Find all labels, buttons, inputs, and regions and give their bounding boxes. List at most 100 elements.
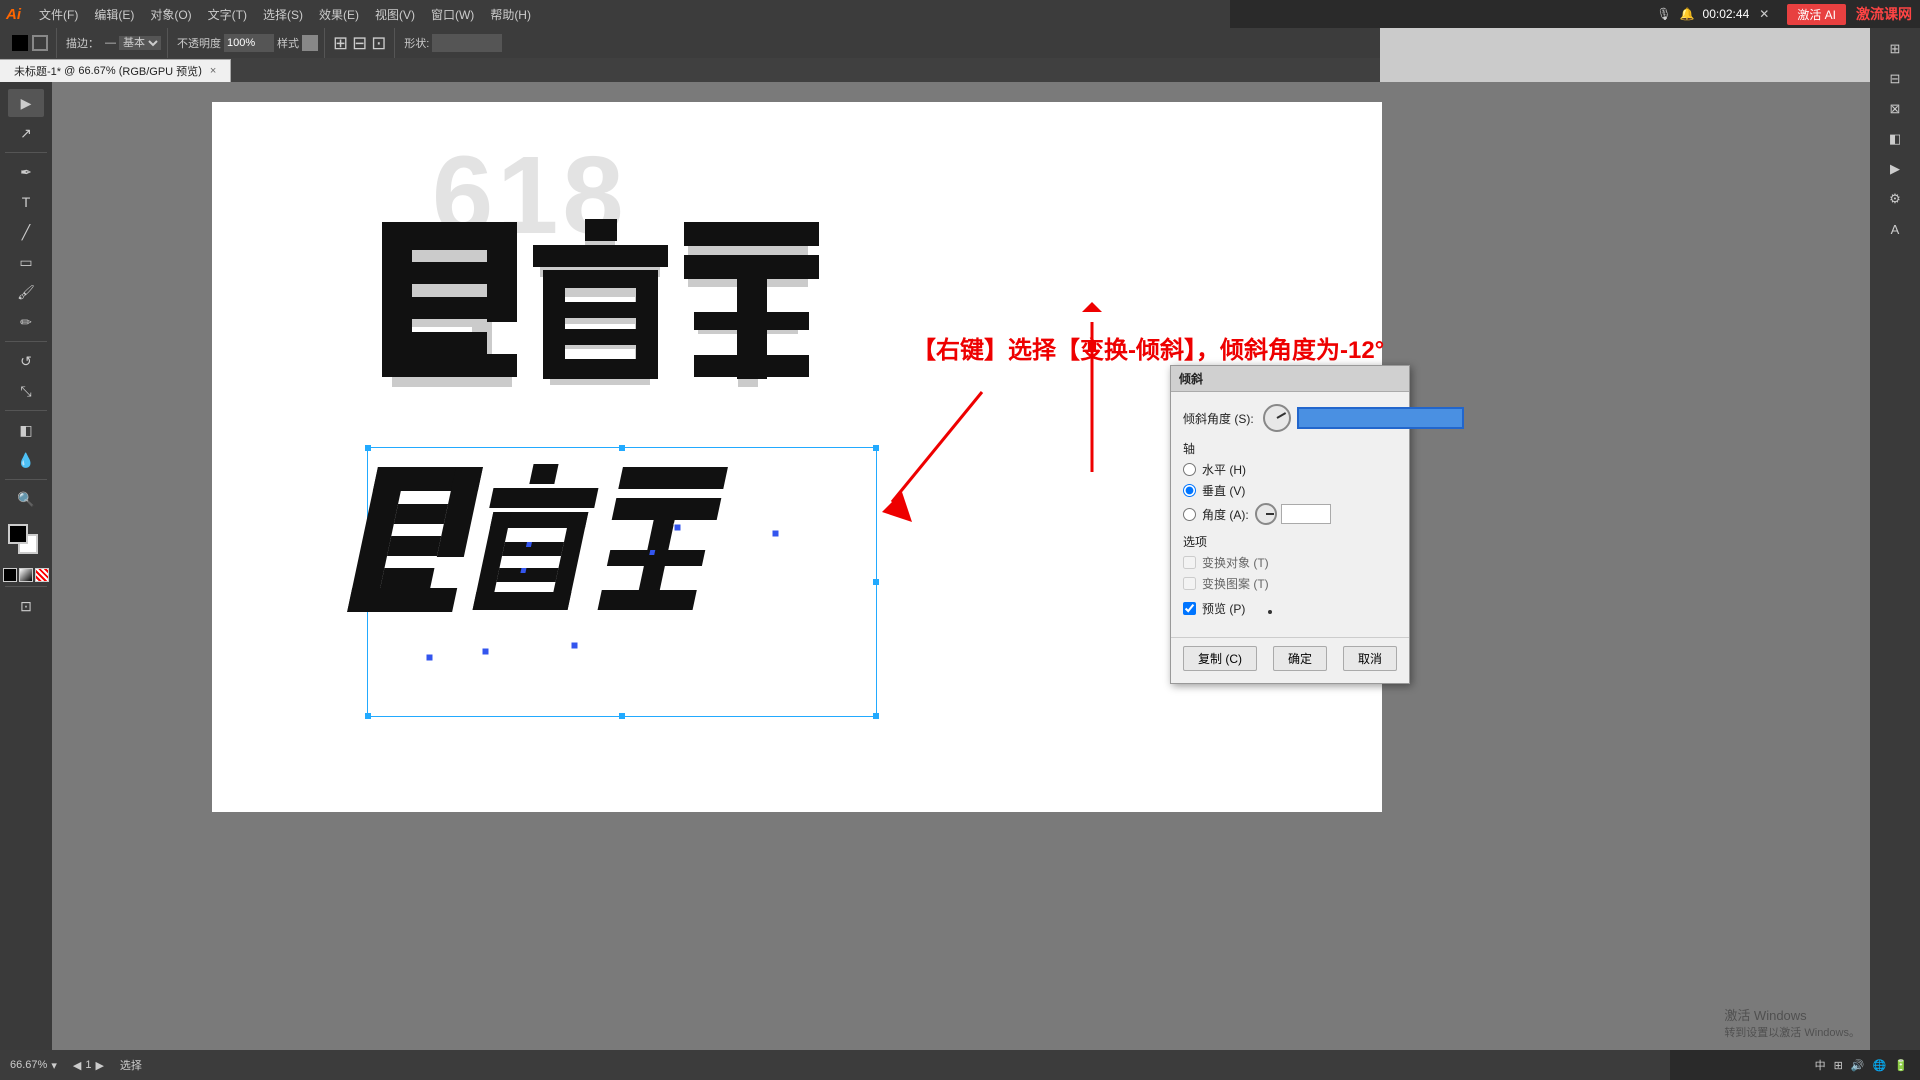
align-icon-1[interactable]: ⊞ [333,33,348,54]
color-mode-none[interactable] [35,568,49,582]
option1-label: 变换对象 (T) [1202,554,1269,571]
bell-icon: 🔔 [1680,7,1695,21]
color-mode-solid[interactable] [3,568,17,582]
menu-file[interactable]: 文件(F) [31,6,86,23]
windows-activation: 激活 Windows 转到设置以激活 Windows。 [1724,1005,1860,1040]
sel-handle-tl [365,445,371,451]
taskbar-icon-4[interactable]: 🌐 [1873,1059,1887,1072]
zoom-value: 66.67% [10,1059,47,1071]
taskbar-icon-2[interactable]: ⊞ [1834,1059,1843,1072]
tool-divider-4 [5,479,47,480]
copy-button[interactable]: 复制 (C) [1183,646,1257,671]
option2-checkbox[interactable] [1183,577,1196,590]
fill-swatch[interactable] [12,35,28,51]
type-panel-icon[interactable]: A [1877,215,1913,243]
width-section: 形状: 16.933 mm [395,28,508,58]
select-tool[interactable]: ▶ [8,89,44,117]
style-label: 样式 [277,35,299,51]
status-bar: 66.67% ▾ ◀ 1 ▶ 选择 [0,1050,1870,1080]
page-next-icon[interactable]: ▶ [95,1059,103,1072]
taskbar-icon-3[interactable]: 🔊 [1851,1059,1865,1072]
play-icon[interactable]: ▶ [1877,155,1913,183]
menu-view[interactable]: 视图(V) [367,6,423,23]
dialog-title-bar[interactable]: 倾斜 [1171,366,1409,392]
pen-tool[interactable]: ✒ [8,158,44,186]
axis-horizontal-label: 水平 (H) [1202,461,1246,478]
pencil-tool[interactable]: ✏ [8,308,44,336]
scale-tool[interactable]: ⤡ [8,377,44,405]
taskbar-icon-5[interactable]: 🔋 [1894,1059,1908,1072]
menu-select[interactable]: 选择(S) [255,6,311,23]
eyedropper-tool[interactable]: 💧 [8,446,44,474]
option1-checkbox[interactable] [1183,556,1196,569]
doc-tab-close[interactable]: × [210,65,216,77]
doc-tab[interactable]: 未标题-1* @ 66.67% ( RGB/GPU 预览 ) × [0,59,231,82]
angle-dial-line [1277,412,1287,419]
win-activate-line1: 激活 Windows [1724,1005,1860,1024]
tool-divider-2 [5,341,47,342]
zoom-section: 66.67% ▾ [10,1059,57,1072]
menu-edit[interactable]: 编辑(E) [86,6,142,23]
menu-help[interactable]: 帮助(H) [482,6,539,23]
canvas-area[interactable]: 618 [52,82,1870,1050]
stroke-dropdown[interactable]: 基本 [119,36,161,50]
rotate-tool[interactable]: ↺ [8,347,44,375]
properties-icon[interactable]: ⊞ [1877,35,1913,63]
direct-select-tool[interactable]: ↗ [8,119,44,147]
ok-button[interactable]: 确定 [1273,646,1327,671]
opacity-label: 不透明度 [177,35,221,51]
axis-horizontal-radio[interactable] [1183,463,1196,476]
menu-object[interactable]: 对象(O) [142,6,199,23]
brush-tool[interactable]: 🖌 [8,278,44,306]
axis-angle-input[interactable]: 90° [1281,504,1331,524]
shear-angle-input[interactable]: -12° [1297,407,1464,429]
cancel-button[interactable]: 取消 [1343,646,1397,671]
axis-angle-dial[interactable] [1255,503,1277,525]
align-icon[interactable]: ⊠ [1877,95,1913,123]
tool-divider-1 [5,152,47,153]
angle-dial[interactable] [1263,404,1291,432]
gradient-tool[interactable]: ◧ [8,416,44,444]
preview-checkbox[interactable] [1183,602,1196,615]
close-recording-icon[interactable]: ✕ [1759,7,1769,21]
axis-angle-row: 角度 (A): 90° [1183,503,1397,525]
line-tool[interactable]: ╱ [8,218,44,246]
activate-button[interactable]: 激活 AI [1787,4,1846,25]
rect-tool[interactable]: ▭ [8,248,44,276]
width-input[interactable]: 16.933 mm [432,34,502,52]
menu-text[interactable]: 文字(T) [200,6,255,23]
menu-effect[interactable]: 效果(E) [311,6,367,23]
sel-handle-bl [365,713,371,719]
zoom-tool[interactable]: 🔍 [8,485,44,513]
shear-angle-row: 倾斜角度 (S): -12° [1183,404,1397,432]
align-icon-3[interactable]: ⊡ [371,33,386,54]
color-mode-gradient[interactable] [19,568,33,582]
settings-icon[interactable]: ⚙ [1877,185,1913,213]
taskbar-icon-1[interactable]: 中 [1815,1057,1826,1073]
axis-vertical-radio[interactable] [1183,484,1196,497]
text-main-black [377,217,824,382]
axis-angle-label: 角度 (A): [1202,506,1249,523]
axis-vertical-row: 垂直 (V) [1183,482,1397,499]
align-icon-2[interactable]: ⊟ [352,33,367,54]
stroke-swatch[interactable] [32,35,48,51]
recording-time: 00:02:44 [1703,7,1750,21]
transform-icon[interactable]: ⊟ [1877,65,1913,93]
page-prev-icon[interactable]: ◀ [73,1059,81,1072]
win-activate-line2: 转到设置以激活 Windows。 [1724,1024,1860,1040]
tool-divider-5 [5,586,47,587]
menu-window[interactable]: 窗口(W) [423,6,482,23]
doc-zoom-level: 66.67% [78,65,115,77]
zoom-dropdown-icon[interactable]: ▾ [51,1059,57,1072]
type-tool[interactable]: T [8,188,44,216]
pathfinder-icon[interactable]: ◧ [1877,125,1913,153]
shear-angle-control: -12° [1263,404,1464,432]
axis-angle-radio[interactable] [1183,508,1196,521]
align-section: ⊞ ⊟ ⊡ [325,28,395,58]
artboard-tool[interactable]: ⊡ [8,592,44,620]
option2-label: 变换图案 (T) [1202,575,1269,592]
opacity-input[interactable] [224,34,274,52]
cursor-position [1268,610,1272,614]
fg-color-swatch[interactable] [8,524,28,544]
instruction-text: 【右键】选择【变换-倾斜】，倾斜角度为-12° [912,330,1384,365]
